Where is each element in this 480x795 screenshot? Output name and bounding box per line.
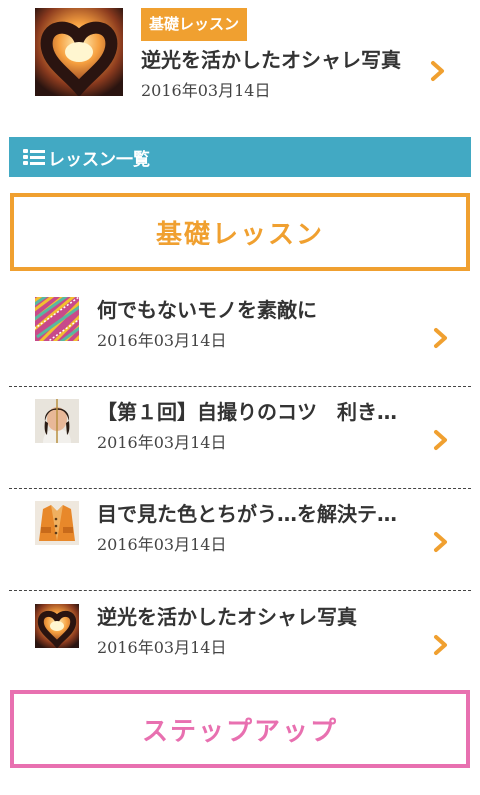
list-item[interactable]: 【第１回】自撮りのコツ 利き… 2016年03月14日 [9, 389, 471, 489]
featured-title[interactable]: 逆光を活かしたオシャレ写真 [141, 44, 441, 73]
chevron-right-icon[interactable] [433, 531, 449, 553]
featured-thumbnail[interactable] [35, 8, 123, 96]
item-date: 2016年03月14日 [97, 331, 227, 350]
chevron-right-icon[interactable] [433, 327, 449, 349]
item-title[interactable]: 目で見た色とちがう…を解決テ… [97, 498, 447, 527]
item-date: 2016年03月14日 [97, 638, 227, 657]
category-step-up[interactable]: ステップアップ [10, 690, 470, 768]
lesson-list-header: レッスン一覧 [9, 137, 471, 177]
item-title[interactable]: 逆光を活かしたオシャレ写真 [97, 601, 447, 630]
item-title[interactable]: 【第１回】自撮りのコツ 利き… [97, 396, 447, 425]
category-basic-lesson[interactable]: 基礎レッスン [10, 193, 470, 271]
chevron-right-icon[interactable] [433, 429, 449, 451]
featured-date: 2016年03月14日 [141, 81, 271, 100]
item-thumbnail [35, 297, 79, 341]
item-title[interactable]: 何でもないモノを素敵に [97, 294, 447, 323]
item-thumbnail [35, 399, 79, 443]
section-label: レッスン一覧 [48, 149, 150, 170]
chevron-right-icon[interactable] [430, 60, 446, 82]
item-date: 2016年03月14日 [97, 433, 227, 452]
list-item[interactable]: 何でもないモノを素敵に 2016年03月14日 [9, 287, 471, 387]
featured-article[interactable]: 基礎レッスン 逆光を活かしたオシャレ写真 2016年03月14日 [0, 0, 480, 110]
list-icon [23, 148, 45, 166]
item-thumbnail [35, 501, 79, 545]
list-item[interactable]: 逆光を活かしたオシャレ写真 2016年03月14日 [9, 594, 471, 694]
category-badge: 基礎レッスン [141, 8, 248, 41]
item-date: 2016年03月14日 [97, 535, 227, 554]
list-item[interactable]: 目で見た色とちがう…を解決テ… 2016年03月14日 [9, 491, 471, 591]
item-thumbnail [35, 604, 79, 648]
chevron-right-icon[interactable] [433, 634, 449, 656]
